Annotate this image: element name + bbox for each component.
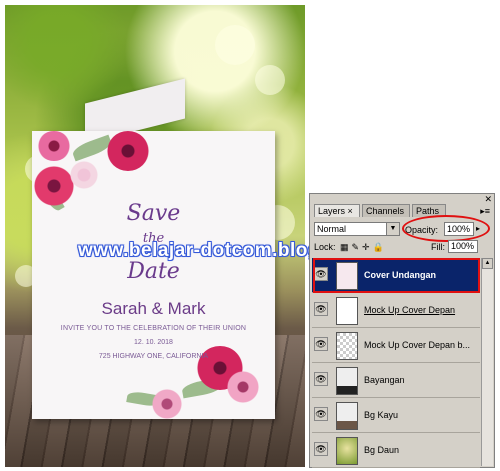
fill-label: Fill:: [431, 242, 445, 252]
layer-row-bg-kayu[interactable]: 👁 Bg Kayu: [312, 398, 480, 433]
eye-icon[interactable]: 👁: [314, 442, 328, 456]
layers-list: 👁 Cover Undangan 👁 Mock Up Cover Depan 👁…: [312, 258, 480, 468]
flower-decoration: [227, 371, 259, 403]
flower-decoration: [107, 131, 149, 171]
flower-decoration: [37, 131, 71, 161]
flower-decoration: [34, 166, 74, 206]
layer-row-bayangan[interactable]: 👁 Bayangan: [312, 363, 480, 398]
card-date: 12. 10. 2018: [134, 339, 173, 346]
opacity-highlight-ellipse: [402, 215, 490, 242]
card-title-save: Save: [126, 201, 181, 226]
layer-thumbnail: [336, 437, 358, 465]
eye-icon[interactable]: 👁: [314, 372, 328, 386]
layer-row-mock-up-cover-depan-b[interactable]: 👁 Mock Up Cover Depan b...: [312, 328, 480, 363]
eye-icon[interactable]: 👁: [314, 337, 328, 351]
layer-name: Mock Up Cover Depan: [364, 305, 456, 315]
card-names: Sarah & Mark: [101, 299, 206, 318]
invitation-card: Save the Date Sarah & Mark INVITE YOU TO…: [32, 131, 275, 419]
layers-scrollbar[interactable]: ▲: [481, 258, 493, 466]
layer-row-mock-up-cover-depan[interactable]: 👁 Mock Up Cover Depan: [312, 293, 480, 328]
panel-menu-icon[interactable]: ▸≡: [480, 206, 490, 217]
eye-icon[interactable]: 👁: [314, 302, 328, 316]
lock-label: Lock:: [314, 242, 336, 252]
panel-collapse-icon[interactable]: ✕: [484, 194, 492, 205]
tab-layers[interactable]: Layers ×: [314, 204, 360, 217]
bokeh-light: [215, 25, 255, 65]
card-address: 725 HIGHWAY ONE, CALIFORNIA: [98, 353, 209, 360]
layer-highlight-box: [313, 258, 480, 293]
layer-thumbnail: [336, 367, 358, 395]
blend-mode-value: Normal: [317, 224, 347, 234]
bokeh-light: [255, 65, 285, 95]
layer-thumbnail: [336, 332, 358, 360]
layer-thumbnail: [336, 402, 358, 430]
layer-row-bg-daun[interactable]: 👁 Bg Daun: [312, 433, 480, 468]
lock-options-icon[interactable]: ▦✎✛🔒: [340, 242, 387, 253]
document-canvas[interactable]: Save the Date Sarah & Mark INVITE YOU TO…: [5, 5, 305, 467]
layer-name: Mock Up Cover Depan b...: [364, 340, 471, 350]
card-invite-text: INVITE YOU TO THE CELEBRATION OF THEIR U…: [60, 325, 247, 332]
chevron-down-icon[interactable]: ▼: [386, 223, 399, 235]
layers-panel[interactable]: ✕ Layers × Channels Paths ▸≡ Normal ▼ Op…: [309, 193, 495, 468]
scroll-up-arrow-icon[interactable]: ▲: [482, 258, 493, 269]
layer-thumbnail: [336, 297, 358, 325]
flower-decoration: [150, 389, 184, 419]
blend-mode-select[interactable]: Normal ▼: [314, 222, 400, 236]
layer-row-cover-undangan[interactable]: 👁 Cover Undangan: [312, 258, 480, 293]
fill-input[interactable]: 100%: [448, 240, 478, 253]
eye-icon[interactable]: 👁: [314, 407, 328, 421]
flower-decoration: [70, 161, 98, 189]
layer-name: Bg Daun: [364, 445, 400, 455]
card-title-date: Date: [127, 259, 180, 284]
layer-name: Bayangan: [364, 375, 405, 385]
tab-channels[interactable]: Channels: [362, 204, 410, 217]
layer-name: Bg Kayu: [364, 410, 399, 420]
lock-row: Lock: ▦✎✛🔒 Fill: 100%: [314, 240, 492, 254]
panel-title-bar[interactable]: ✕: [310, 194, 494, 204]
